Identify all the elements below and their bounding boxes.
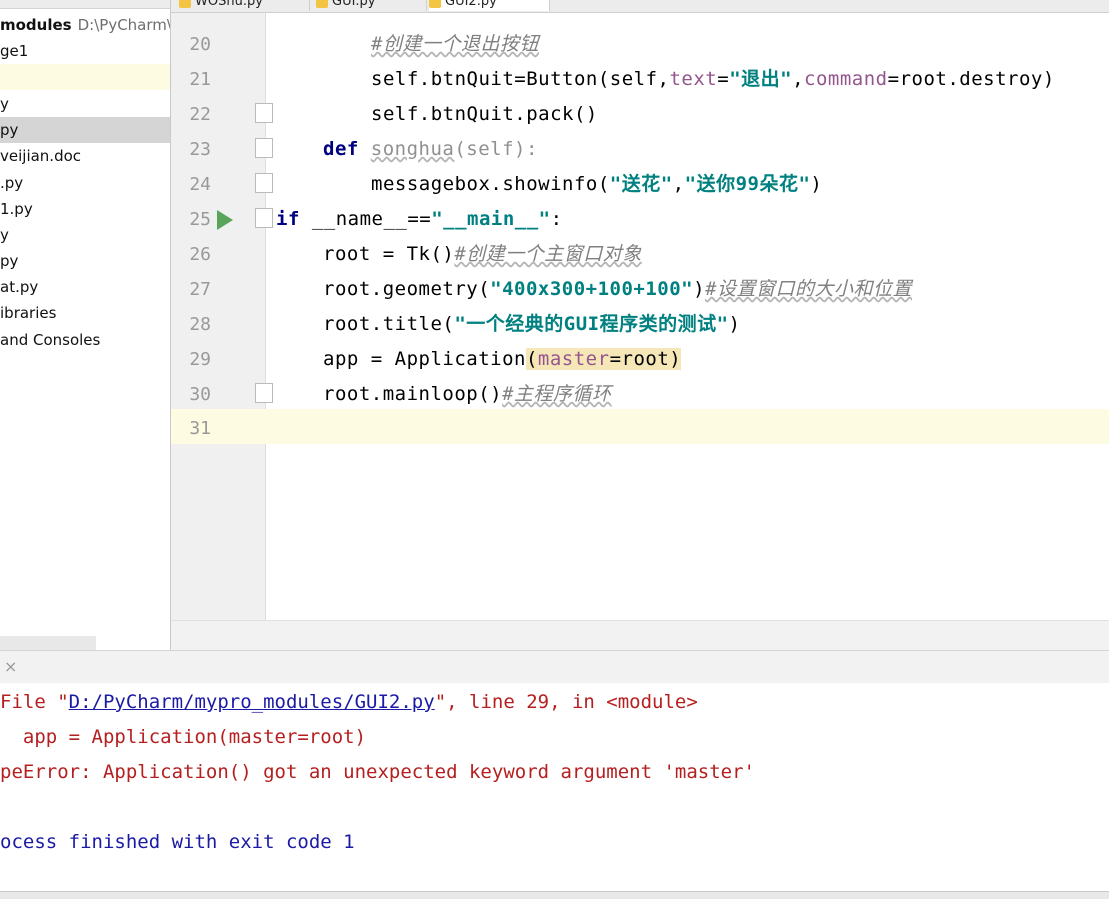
fold-marker-icon[interactable] — [255, 383, 273, 403]
fold-marker-icon[interactable] — [255, 103, 273, 123]
code-text: root.title("一个经典的GUI程序类的测试") — [323, 313, 741, 335]
project-tree-panel: modules D:\PyCharm\my ge1 y py veijian.do… — [0, 0, 171, 650]
code-text: if __name__=="__main__": — [276, 208, 563, 230]
python-file-icon — [316, 0, 328, 8]
run-console-output[interactable]: File "D:/PyCharm/mypro_modules/GUI2.py",… — [0, 683, 1109, 891]
code-line: 21 self.btnQuit=Button(self,text="退出",co… — [171, 62, 1109, 97]
code-text: def songhua(self): — [323, 138, 538, 160]
tree-item-label: .py — [0, 174, 24, 192]
tree-item[interactable]: y — [0, 91, 170, 117]
console-line: peError: Application() got an unexpected… — [0, 761, 755, 783]
code-text: app = Application(master=root) — [323, 348, 682, 370]
project-toolbar — [0, 0, 170, 9]
code-line: 24 messagebox.showinfo("送花","送你99朵花") — [171, 167, 1109, 202]
code-line-current: 31 — [171, 409, 1109, 444]
python-file-icon — [179, 0, 191, 8]
line-number: 28 — [189, 314, 211, 335]
tree-item-label: ibraries — [0, 304, 57, 322]
tree-item-selected[interactable]: py — [0, 117, 170, 143]
code-line: 25 if __name__=="__main__": — [171, 202, 1109, 237]
tree-item[interactable]: 1.py — [0, 196, 170, 222]
line-number: 26 — [189, 244, 211, 265]
run-gutter-icon[interactable] — [217, 210, 233, 230]
line-number: 25 — [189, 209, 211, 230]
tab-label: GUI2.py — [445, 0, 497, 9]
editor-tabbar: WOShu.py GUI.py GUI2.py — [171, 0, 1109, 13]
tree-item-label: py — [0, 121, 19, 139]
tree-item[interactable]: at.py — [0, 274, 170, 300]
code-text: self.btnQuit.pack() — [371, 103, 598, 125]
line-number: 24 — [189, 174, 211, 195]
tab-label: WOShu.py — [195, 0, 263, 9]
tree-item[interactable]: .py — [0, 170, 170, 196]
code-text: messagebox.showinfo("送花","送你99朵花") — [371, 173, 823, 195]
line-number: 22 — [189, 104, 211, 125]
line-number: 30 — [189, 384, 211, 405]
tree-item-label: and Consoles — [0, 331, 101, 349]
tab-gui2[interactable]: GUI2.py — [429, 0, 550, 11]
fold-marker-icon[interactable] — [255, 173, 273, 193]
tree-item-label: 1.py — [0, 200, 33, 218]
tree-item[interactable]: py — [0, 248, 170, 274]
tree-item[interactable]: veijian.doc — [0, 143, 170, 169]
line-number: 20 — [189, 34, 211, 55]
tree-item-label: y — [0, 226, 9, 244]
code-line: 27 root.geometry("400x300+100+100")#设置窗口… — [171, 272, 1109, 307]
console-line: ocess finished with exit code 1 — [0, 831, 355, 853]
line-number: 29 — [189, 349, 211, 370]
tree-item-label: py — [0, 252, 19, 270]
tree-item[interactable]: y — [0, 222, 170, 248]
line-number: 23 — [189, 139, 211, 160]
tree-item-label: veijian.doc — [0, 147, 82, 165]
python-file-icon — [429, 0, 441, 8]
fold-marker-icon[interactable] — [255, 138, 273, 158]
run-console-header: × — [0, 650, 1109, 684]
code-text: #创建一个退出按钮 — [371, 33, 539, 55]
tree-root-label: modules — [0, 16, 72, 34]
code-line: 22 self.btnQuit.pack() — [171, 97, 1109, 132]
console-line: app = Application(master=root) — [0, 726, 367, 748]
code-line: 23 def songhua(self): — [171, 132, 1109, 167]
editor-bottom-bar — [171, 620, 1109, 651]
tree-item-label: at.py — [0, 278, 39, 296]
tree-item-label: y — [0, 95, 9, 113]
line-number: 21 — [189, 69, 211, 90]
close-icon[interactable]: × — [4, 657, 17, 676]
tree-item-label: ge1 — [0, 42, 29, 60]
code-text: root = Tk()#创建一个主窗口对象 — [323, 243, 642, 265]
code-line: 30 root.mainloop()#主程序循环 — [171, 377, 1109, 412]
tab-woshu[interactable]: WOShu.py — [179, 0, 310, 11]
file-link[interactable]: D:/PyCharm/mypro_modules/GUI2.py — [69, 691, 435, 713]
tree-root[interactable]: modules D:\PyCharm\my — [0, 12, 170, 38]
code-text: root.mainloop()#主程序循环 — [323, 383, 612, 405]
fold-marker-icon[interactable] — [255, 208, 273, 228]
code-line: 20 #创建一个退出按钮 — [171, 27, 1109, 62]
tab-label: GUI.py — [332, 0, 376, 9]
tab-gui[interactable]: GUI.py — [316, 0, 427, 11]
sidebar-horizontal-scrollbar[interactable] — [0, 636, 96, 650]
tree-item[interactable] — [0, 64, 170, 90]
tree-item[interactable]: ge1 — [0, 38, 170, 64]
tree-item-external-libraries[interactable]: ibraries — [0, 300, 170, 326]
code-text: root.geometry("400x300+100+100")#设置窗口的大小… — [323, 278, 913, 300]
tree-item-scratches-consoles[interactable]: and Consoles — [0, 327, 170, 353]
code-line: 29 app = Application(master=root) — [171, 342, 1109, 377]
code-line: 28 root.title("一个经典的GUI程序类的测试") — [171, 307, 1109, 342]
line-number: 31 — [189, 418, 211, 439]
code-text: self.btnQuit=Button(self,text="退出",comma… — [371, 68, 1055, 90]
tree-root-path: D:\PyCharm\my — [77, 16, 170, 34]
console-line: File "D:/PyCharm/mypro_modules/GUI2.py",… — [0, 691, 698, 713]
code-line: 26 root = Tk()#创建一个主窗口对象 — [171, 237, 1109, 272]
line-number: 27 — [189, 279, 211, 300]
